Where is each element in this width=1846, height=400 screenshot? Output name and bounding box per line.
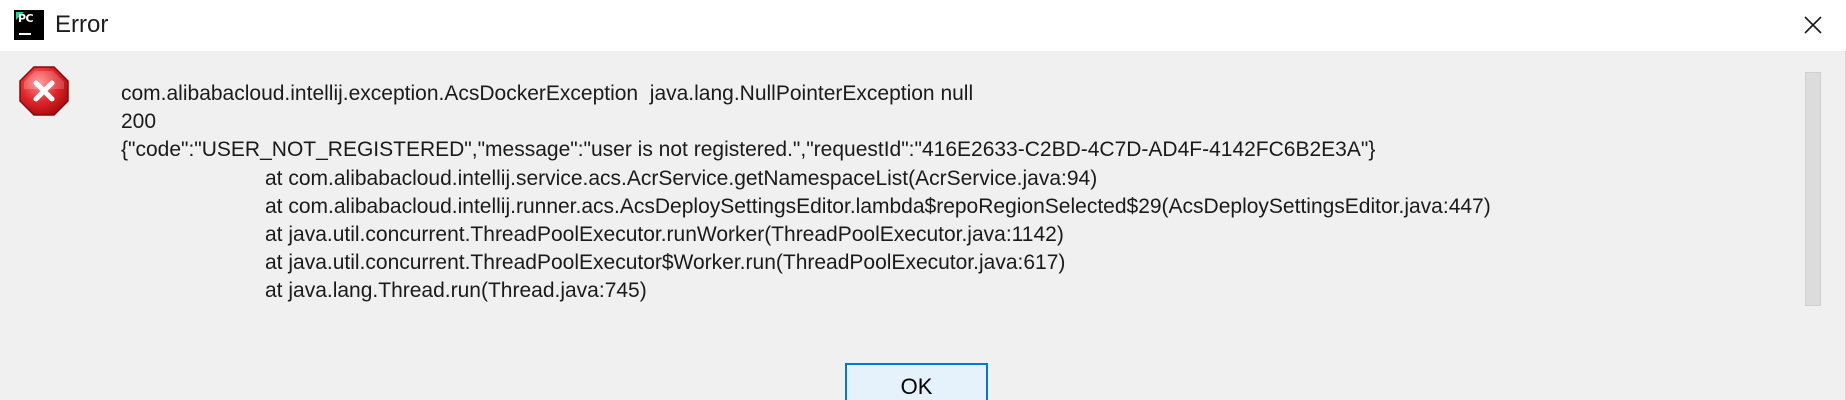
scrollbar-thumb[interactable] <box>1805 72 1821 306</box>
close-button[interactable] <box>1790 4 1836 46</box>
message-line: com.alibabacloud.intellij.exception.AcsD… <box>121 82 974 105</box>
window-title: Error <box>55 11 109 38</box>
title-bar[interactable]: PC Error <box>0 0 1846 51</box>
message-line: 200 <box>121 110 157 134</box>
close-icon <box>1804 16 1822 34</box>
ok-button[interactable]: OK <box>845 363 988 400</box>
pycharm-app-icon: PC <box>14 10 44 40</box>
stack-trace-line: at com.alibabacloud.intellij.service.acs… <box>265 166 1098 190</box>
error-icon <box>19 66 69 116</box>
error-dialog: PC Error com.alibabacloud.intellij.excep… <box>0 0 1846 400</box>
stack-trace-line: at com.alibabacloud.intellij.runner.acs.… <box>265 194 1491 218</box>
stack-trace-line: at java.util.concurrent.ThreadPoolExecut… <box>265 251 1066 275</box>
stack-trace-line: at java.lang.Thread.run(Thread.java:745) <box>265 279 647 303</box>
app-icon-label: PC <box>18 12 34 25</box>
vertical-scrollbar[interactable] <box>1805 72 1821 306</box>
error-message: com.alibabacloud.intellij.exception.AcsD… <box>121 80 1771 306</box>
stack-trace-line: at java.util.concurrent.ThreadPoolExecut… <box>265 222 1064 246</box>
message-line: {"code":"USER_NOT_REGISTERED","message":… <box>121 138 1376 162</box>
